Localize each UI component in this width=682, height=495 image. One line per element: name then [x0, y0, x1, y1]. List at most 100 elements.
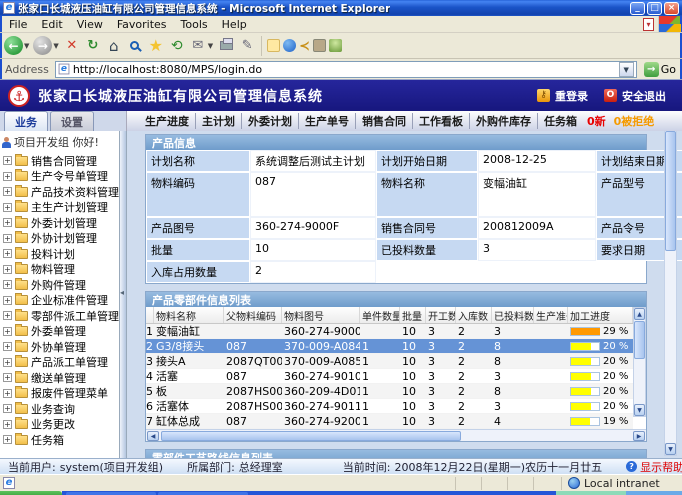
nav-item[interactable]: 工作看板	[412, 113, 469, 129]
mail-icon[interactable]: ✉	[189, 37, 207, 55]
close-button[interactable]: ×	[664, 2, 679, 15]
logout-button[interactable]: O 安全退出	[604, 88, 666, 104]
tree-item[interactable]: 产品技术资料管理	[2, 184, 119, 200]
tree-item[interactable]: 业务更改	[2, 417, 119, 433]
tree-item[interactable]: 零部件派工单管理	[2, 308, 119, 324]
tree-item[interactable]: 产品派工单管理	[2, 355, 119, 371]
contacts-icon[interactable]	[329, 39, 342, 52]
tree-item[interactable]: 业务查询	[2, 401, 119, 417]
col-header[interactable]: 物料图号	[282, 307, 360, 323]
tree-item[interactable]: 外委单管理	[2, 324, 119, 340]
parts-table-vscrollbar[interactable]: ▲ ▼	[633, 307, 646, 417]
menu-item[interactable]: Edit	[34, 17, 69, 32]
expand-icon[interactable]	[3, 234, 12, 243]
tree-item[interactable]: 物料管理	[2, 262, 119, 278]
search-icon[interactable]	[126, 37, 144, 55]
tree-item[interactable]: 企业标准件管理	[2, 293, 119, 309]
tab-settings[interactable]: 设置	[50, 111, 94, 131]
go-button[interactable]: → Go	[641, 62, 679, 77]
col-header[interactable]: 生产准备	[534, 307, 568, 323]
forward-icon[interactable]: →	[33, 36, 52, 55]
hscroll-thumb[interactable]	[161, 431, 461, 441]
scroll-thumb[interactable]	[665, 131, 676, 251]
menu-item[interactable]: View	[70, 17, 110, 32]
nav-item[interactable]: 生产单号	[298, 113, 355, 129]
expand-icon[interactable]	[3, 187, 12, 196]
show-help-link[interactable]: ? 显示帮助	[626, 459, 682, 475]
refresh-icon[interactable]: ↻	[84, 37, 102, 55]
expand-icon[interactable]	[3, 404, 12, 413]
address-input[interactable]: e http://localhost:8080/MPS/login.do ▼	[55, 61, 637, 78]
col-header[interactable]: 物料名称	[154, 307, 224, 323]
nav-item[interactable]: 任务箱	[537, 113, 583, 129]
mail-dropdown-icon[interactable]: ▼	[208, 42, 213, 50]
table-row[interactable]: 6 活塞体 2087HS002 360-274-9011W 1 10 3 2 3	[146, 399, 633, 414]
table-row[interactable]: 4 活塞 087 360-274-9010F 1 10 3 2 3	[146, 369, 633, 384]
parts-table-hscrollbar[interactable]: ◀ ▶	[146, 429, 646, 441]
back-icon[interactable]: ←	[4, 36, 23, 55]
history-icon[interactable]: ⟲	[168, 37, 186, 55]
notes-icon[interactable]	[267, 39, 280, 52]
expand-icon[interactable]	[3, 420, 12, 429]
col-header[interactable]: 批量	[400, 307, 426, 323]
tree-item[interactable]: 外协单管理	[2, 339, 119, 355]
table-row[interactable]: 5 板 2087HS002 360-209-4D010 1 10 3 2 8	[146, 384, 633, 399]
home-icon[interactable]: ⌂	[105, 37, 123, 55]
col-header[interactable]: 父物料编码	[224, 307, 282, 323]
menu-item[interactable]: File	[2, 17, 34, 32]
tab-business[interactable]: 业务	[4, 111, 48, 131]
table-row[interactable]: 1 变幅油缸 360-274-9000F 10 3 2 3	[146, 324, 633, 339]
address-url[interactable]: http://localhost:8080/MPS/login.do	[73, 63, 262, 76]
expand-icon[interactable]	[3, 172, 12, 181]
expand-icon[interactable]	[3, 280, 12, 289]
expand-icon[interactable]	[3, 311, 12, 320]
messenger-icon[interactable]	[283, 39, 296, 52]
minimize-button[interactable]: _	[630, 2, 645, 15]
tree-item[interactable]: 外协计划管理	[2, 231, 119, 247]
stop-icon[interactable]: ✕	[63, 37, 81, 55]
col-header[interactable]: 已投料数	[492, 307, 534, 323]
tree-item[interactable]: 生产令号单管理	[2, 169, 119, 185]
sidebar-splitter[interactable]	[120, 131, 127, 458]
find-icon[interactable]	[313, 39, 326, 52]
table-row[interactable]: 3 接头A 2087QT002 370-009-A0850 1 10 3 2 8	[146, 354, 633, 369]
maximize-button[interactable]: □	[647, 2, 662, 15]
page-vscrollbar[interactable]: ▲ ▼	[664, 131, 677, 456]
forward-dropdown-icon[interactable]: ▼	[53, 42, 58, 50]
start-button[interactable]	[0, 491, 62, 495]
col-header[interactable]: 单件数量	[360, 307, 400, 323]
media-icon[interactable]: ≺	[299, 39, 310, 52]
nav-item[interactable]: 外委计划	[241, 113, 298, 129]
col-header[interactable]: 入库数	[456, 307, 492, 323]
taskbox-new-badge[interactable]: 0新	[587, 113, 606, 129]
nav-item[interactable]: 生产进度	[139, 113, 195, 129]
scroll-thumb[interactable]	[634, 321, 645, 359]
scroll-up-icon[interactable]: ▲	[634, 308, 645, 320]
expand-icon[interactable]	[3, 203, 12, 212]
table-row[interactable]: 7 缸体总成 087 360-274-9200F 1 10 3 2 4	[146, 414, 633, 429]
expand-icon[interactable]	[3, 373, 12, 382]
scroll-down-icon[interactable]: ▼	[634, 404, 645, 416]
tree-item[interactable]: 报废件管理菜单	[2, 386, 119, 402]
menu-item[interactable]: Tools	[174, 17, 215, 32]
tree-item[interactable]: 任务箱	[2, 432, 119, 448]
col-header[interactable]: 加工进度	[568, 307, 633, 323]
expand-icon[interactable]	[3, 265, 12, 274]
scroll-left-icon[interactable]: ◀	[147, 431, 159, 441]
tree-item[interactable]: 缴送单管理	[2, 370, 119, 386]
col-header[interactable]: 开工数	[426, 307, 456, 323]
tree-item[interactable]: 销售合同管理	[2, 153, 119, 169]
expand-icon[interactable]	[3, 435, 12, 444]
edit-icon[interactable]: ✎	[238, 37, 256, 55]
print-icon[interactable]	[217, 37, 235, 55]
expand-icon[interactable]	[3, 358, 12, 367]
table-row[interactable]: 2 G3/8接头 087 370-009-A0840 1 10 3 2 8	[146, 339, 633, 354]
tree-item[interactable]: 主生产计划管理	[2, 200, 119, 216]
menu-item[interactable]: Favorites	[110, 17, 174, 32]
expand-icon[interactable]	[3, 296, 12, 305]
relogin-button[interactable]: ⚷ 重登录	[537, 88, 588, 104]
nav-item[interactable]: 主计划	[195, 113, 241, 129]
taskbox-rejected-badge[interactable]: 0被拒绝	[614, 113, 655, 129]
scroll-down-icon[interactable]: ▼	[665, 443, 676, 455]
expand-icon[interactable]	[3, 389, 12, 398]
